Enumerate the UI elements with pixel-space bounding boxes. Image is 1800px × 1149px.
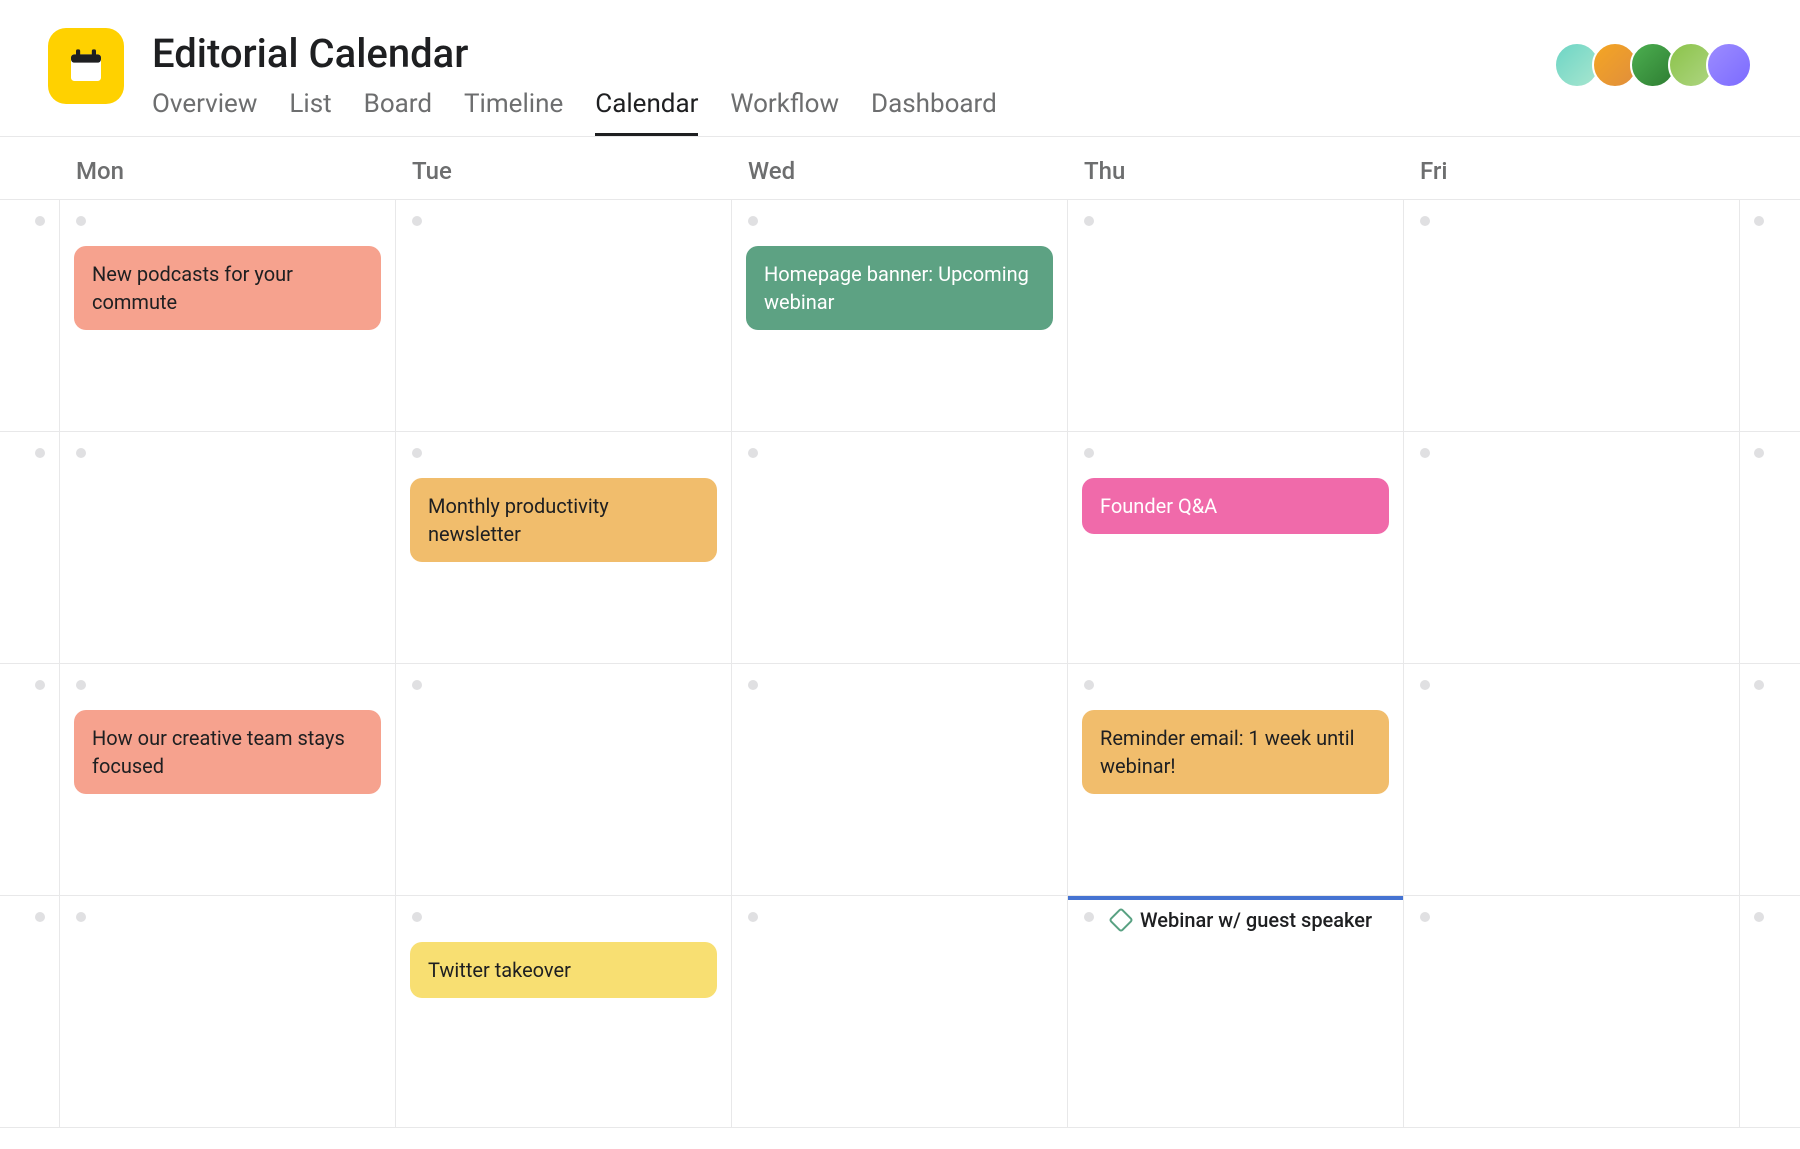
date-dot <box>412 448 422 458</box>
cell-edge[interactable] <box>0 664 60 896</box>
weekend-col-left <box>0 137 60 199</box>
date-dot <box>35 680 45 690</box>
calendar-cell[interactable]: How our creative team stays focused <box>60 664 396 896</box>
date-dot <box>1754 216 1764 226</box>
date-dot <box>76 448 86 458</box>
milestone-label: Webinar w/ guest speaker <box>1140 908 1372 932</box>
date-dot <box>1084 216 1094 226</box>
task-card[interactable]: Monthly productivity newsletter <box>410 478 717 562</box>
cell-edge[interactable] <box>0 200 60 432</box>
cell-edge[interactable] <box>1740 896 1800 1128</box>
cell-edge[interactable] <box>1740 200 1800 432</box>
calendar-cell[interactable]: Twitter takeover <box>396 896 732 1128</box>
task-card[interactable]: How our creative team stays focused <box>74 710 381 794</box>
avatar[interactable] <box>1706 42 1752 88</box>
date-dot <box>76 216 86 226</box>
cell-edge[interactable] <box>1740 664 1800 896</box>
date-dot <box>76 680 86 690</box>
date-dot <box>76 912 86 922</box>
date-dot <box>35 912 45 922</box>
date-dot <box>1084 912 1094 922</box>
tab-calendar[interactable]: Calendar <box>595 89 698 136</box>
calendar-cell[interactable] <box>732 664 1068 896</box>
calendar-cell[interactable]: New podcasts for your commute <box>60 200 396 432</box>
tab-dashboard[interactable]: Dashboard <box>871 89 997 136</box>
calendar-cell[interactable] <box>60 432 396 664</box>
tab-workflow[interactable]: Workflow <box>730 89 839 136</box>
member-avatars[interactable] <box>1562 42 1752 88</box>
calendar-cell[interactable] <box>60 896 396 1128</box>
tab-timeline[interactable]: Timeline <box>464 89 563 136</box>
date-dot <box>1420 680 1430 690</box>
task-card[interactable]: Reminder email: 1 week until webinar! <box>1082 710 1389 794</box>
calendar-cell-today[interactable]: Webinar w/ guest speaker <box>1068 896 1404 1128</box>
date-dot <box>1754 680 1764 690</box>
milestone-diamond-icon <box>1108 907 1133 932</box>
date-dot <box>1420 912 1430 922</box>
date-dot <box>1084 448 1094 458</box>
date-dot <box>748 448 758 458</box>
date-dot <box>1754 448 1764 458</box>
task-card[interactable]: Homepage banner: Upcoming webinar <box>746 246 1053 330</box>
date-dot <box>1754 912 1764 922</box>
calendar-cell[interactable] <box>1068 200 1404 432</box>
date-dot <box>1420 216 1430 226</box>
milestone-event[interactable]: Webinar w/ guest speaker <box>1112 908 1372 932</box>
project-header: Editorial Calendar Overview List Board T… <box>0 0 1800 136</box>
date-dot <box>1084 680 1094 690</box>
calendar-grid: New podcasts for your commute Homepage b… <box>0 199 1800 1128</box>
calendar-cell[interactable]: Founder Q&A <box>1068 432 1404 664</box>
calendar-cell[interactable]: Monthly productivity newsletter <box>396 432 732 664</box>
date-dot <box>412 912 422 922</box>
tab-list[interactable]: List <box>289 89 331 136</box>
weekday-fri: Fri <box>1404 137 1740 199</box>
weekend-col-right <box>1740 137 1800 199</box>
cell-edge[interactable] <box>0 896 60 1128</box>
tab-overview[interactable]: Overview <box>152 89 257 136</box>
task-card[interactable]: New podcasts for your commute <box>74 246 381 330</box>
view-tabs: Overview List Board Timeline Calendar Wo… <box>152 89 997 136</box>
date-dot <box>35 448 45 458</box>
weekday-wed: Wed <box>732 137 1068 199</box>
weekday-header-row: Mon Tue Wed Thu Fri <box>0 137 1800 199</box>
calendar-cell[interactable]: Reminder email: 1 week until webinar! <box>1068 664 1404 896</box>
date-dot <box>748 216 758 226</box>
date-dot <box>35 216 45 226</box>
date-dot <box>1420 448 1430 458</box>
date-dot <box>412 680 422 690</box>
date-dot <box>748 680 758 690</box>
project-icon-calendar <box>48 28 124 104</box>
cell-edge[interactable] <box>1740 432 1800 664</box>
calendar-cell[interactable] <box>396 664 732 896</box>
tab-board[interactable]: Board <box>364 89 432 136</box>
weekday-mon: Mon <box>60 137 396 199</box>
cell-edge[interactable] <box>0 432 60 664</box>
date-dot <box>412 216 422 226</box>
calendar-cell[interactable] <box>396 200 732 432</box>
calendar-cell[interactable] <box>1404 664 1740 896</box>
calendar-cell[interactable] <box>1404 200 1740 432</box>
calendar-cell[interactable] <box>1404 432 1740 664</box>
weekday-tue: Tue <box>396 137 732 199</box>
task-card[interactable]: Twitter takeover <box>410 942 717 998</box>
task-card[interactable]: Founder Q&A <box>1082 478 1389 534</box>
calendar-icon <box>66 46 106 86</box>
date-dot <box>748 912 758 922</box>
calendar-cell[interactable] <box>732 432 1068 664</box>
calendar-cell[interactable]: Homepage banner: Upcoming webinar <box>732 200 1068 432</box>
weekday-thu: Thu <box>1068 137 1404 199</box>
calendar-cell[interactable] <box>1404 896 1740 1128</box>
page-title: Editorial Calendar <box>152 30 997 77</box>
calendar-cell[interactable] <box>732 896 1068 1128</box>
